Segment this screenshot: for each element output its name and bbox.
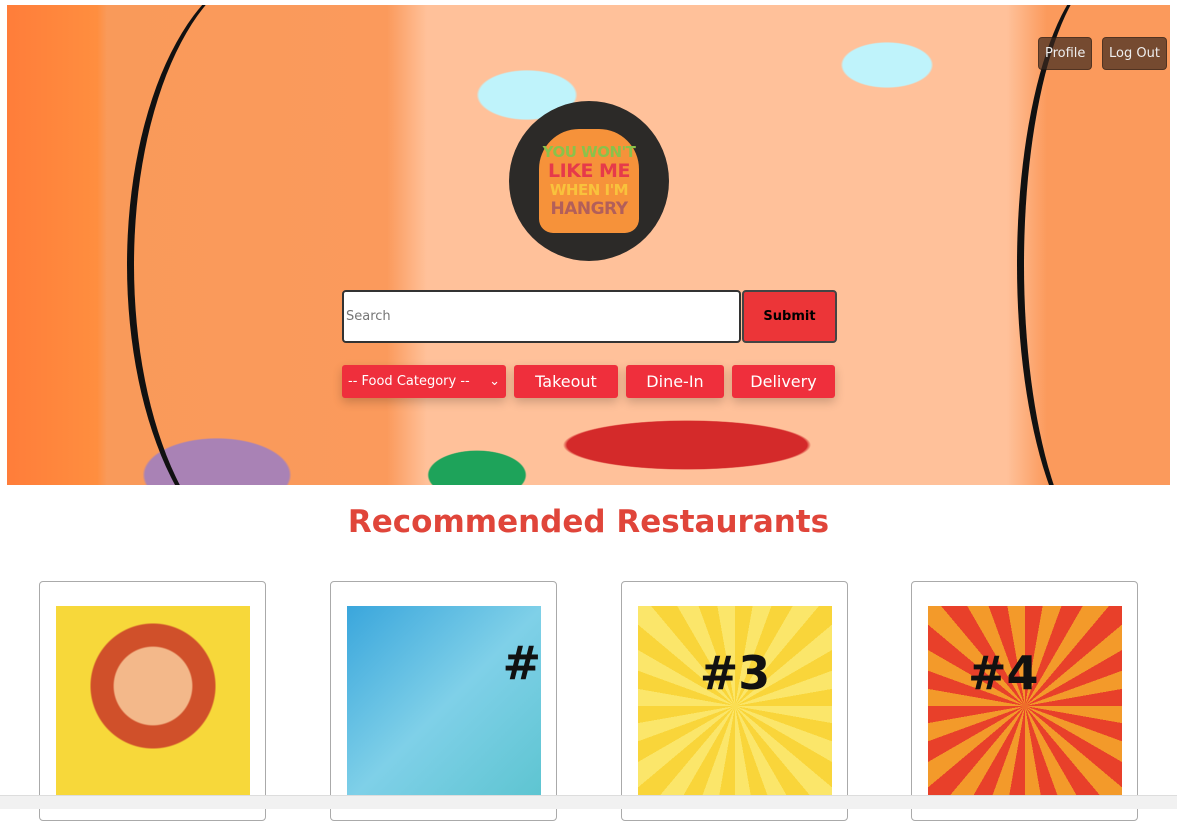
restaurant-card[interactable] [39, 581, 266, 821]
restaurant-card[interactable]: #4 [911, 581, 1138, 821]
hero-banner: YOU WON'T LIKE ME WHEN I'M HANGRY Profil… [7, 5, 1170, 485]
section-title: Recommended Restaurants [347, 504, 830, 540]
chevron-down-icon: ⌄ [489, 374, 500, 389]
restaurant-image: #3 [638, 606, 832, 806]
logo-text: LIKE ME [548, 160, 630, 182]
dinein-button[interactable]: Dine-In [626, 365, 724, 398]
profile-button[interactable]: Profile [1038, 37, 1093, 70]
burger-icon: YOU WON'T LIKE ME WHEN I'M HANGRY [539, 129, 639, 233]
food-category-select[interactable]: -- Food Category -- ⌄ [342, 365, 506, 398]
restaurant-card[interactable]: #3 [621, 581, 848, 821]
horizontal-scrollbar[interactable] [0, 795, 1177, 809]
submit-button[interactable]: Submit [742, 290, 837, 343]
search-input[interactable] [342, 290, 741, 343]
restaurant-card[interactable]: # [330, 581, 557, 821]
restaurant-image: #4 [928, 606, 1122, 806]
logo-text: HANGRY [550, 199, 628, 219]
food-category-label: -- Food Category -- [348, 374, 470, 389]
takeout-button[interactable]: Takeout [514, 365, 618, 398]
restaurant-image [56, 606, 250, 806]
logo-text: WHEN I'M [549, 181, 629, 199]
logout-button[interactable]: Log Out [1102, 37, 1167, 70]
hangry-logo: YOU WON'T LIKE ME WHEN I'M HANGRY [509, 101, 669, 261]
restaurant-image: # [347, 606, 541, 806]
delivery-button[interactable]: Delivery [732, 365, 835, 398]
hair-line [127, 5, 427, 485]
hair-line [1017, 5, 1170, 485]
